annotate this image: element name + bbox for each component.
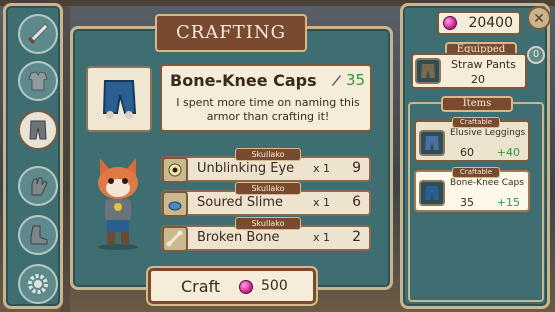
material-qty: x 1: [313, 231, 331, 244]
item-card[interactable]: Craftable Elusive Leggings 60 +40: [414, 117, 530, 162]
material-name: Soured Slime: [197, 195, 284, 210]
currency-amount: 20400: [468, 15, 513, 31]
item-card-stat: 35: [460, 196, 474, 209]
material-qty: x 1: [313, 196, 331, 209]
pants-icon: [102, 80, 137, 119]
pants-icon: [421, 64, 435, 78]
material-have: 6: [352, 194, 361, 210]
item-info-card: Bone-Knee Caps 35 I spent more time on n…: [160, 64, 372, 132]
pants-icon: [425, 186, 439, 200]
page-title: CRAFTING: [155, 14, 307, 52]
character-preview: [88, 150, 148, 250]
equipped-badge: 0: [527, 46, 545, 64]
material-qty: x 1: [313, 162, 331, 175]
material-row: Skullako Soured Slime x 1 6: [161, 182, 371, 217]
sword-stat-icon: [332, 75, 341, 86]
equipped-item[interactable]: Straw Pants 20: [411, 53, 527, 89]
material-name: Unblinking Eye: [197, 161, 295, 176]
boot-icon: [30, 225, 48, 245]
item-card-icon: [419, 180, 445, 206]
items-header: Items: [441, 96, 513, 112]
equipped-item-name: Straw Pants: [451, 58, 516, 71]
material-have: 9: [352, 160, 361, 176]
craft-cost: 500: [261, 278, 288, 294]
material-source: Skullako: [235, 217, 301, 230]
close-icon: ✕: [533, 11, 545, 27]
item-description: I spent more time on naming this armor t…: [176, 96, 360, 123]
armor-icon: [28, 71, 48, 91]
material-have: 2: [352, 229, 361, 245]
currency-display: 20400: [437, 11, 521, 35]
equipped-item-icon: [415, 58, 441, 84]
material-name: Broken Bone: [197, 230, 280, 245]
close-button[interactable]: ✕: [527, 6, 551, 30]
accessory-tab[interactable]: [18, 264, 58, 304]
item-stat: 35: [346, 71, 366, 89]
pants-icon: [425, 136, 439, 150]
item-card[interactable]: Craftable Bone-Knee Caps 35 +15: [414, 167, 530, 212]
sword-icon: [28, 23, 49, 44]
pants-icon: [29, 120, 47, 140]
hands-tab[interactable]: [18, 166, 58, 206]
item-card-delta: +15: [496, 196, 520, 209]
bone-icon: [162, 226, 188, 252]
item-card-name: Elusive Leggings: [450, 128, 526, 138]
slime-icon: [162, 191, 188, 217]
weapon-tab[interactable]: [18, 14, 58, 54]
material-row: Skullako Broken Bone x 1 2: [161, 217, 371, 252]
gem-icon: [239, 280, 253, 294]
craft-label: Craft: [181, 277, 221, 296]
item-name: Bone-Knee Caps: [170, 71, 317, 90]
eye-icon: [162, 157, 188, 183]
item-card-delta: +40: [496, 146, 520, 159]
legs-tab[interactable]: [18, 110, 58, 150]
cat-character-icon: [98, 158, 138, 250]
craftable-tag: Craftable: [452, 167, 500, 178]
material-source: Skullako: [235, 182, 301, 195]
glove-icon: [31, 177, 48, 196]
material-row: Skullako Unblinking Eye x 1 9: [161, 148, 371, 183]
equipped-item-stat: 20: [471, 73, 485, 86]
item-card-name: Bone-Knee Caps: [450, 178, 524, 188]
gem-icon: [443, 16, 457, 30]
category-sidebar: [3, 3, 63, 309]
feet-tab[interactable]: [18, 215, 58, 255]
chest-tab[interactable]: [18, 61, 58, 101]
item-card-icon: [419, 130, 445, 156]
material-source: Skullako: [235, 148, 301, 161]
craftable-tag: Craftable: [452, 117, 500, 128]
gear-icon: [28, 274, 48, 294]
selected-item-icon: [86, 66, 152, 132]
item-card-stat: 60: [460, 146, 474, 159]
craft-button[interactable]: Craft 500: [148, 268, 316, 304]
